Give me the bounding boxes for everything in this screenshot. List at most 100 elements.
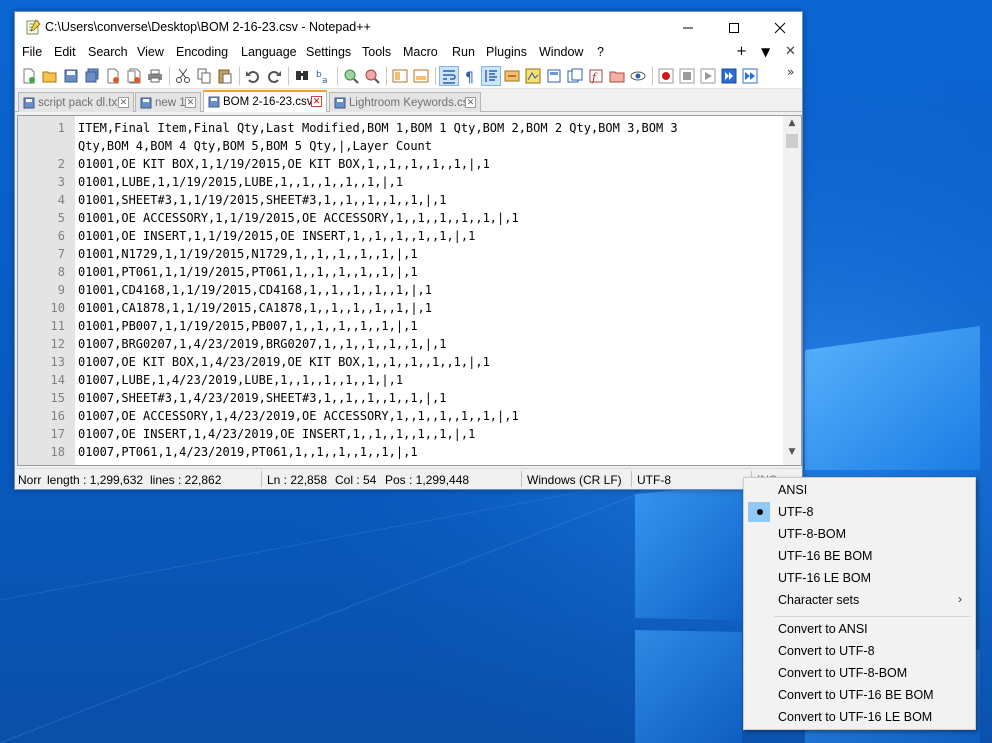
status-encoding[interactable]: UTF-8 [637, 473, 671, 487]
menu-tools[interactable]: Tools [362, 45, 391, 59]
undo-icon[interactable] [244, 67, 262, 85]
menu-encoding[interactable]: Encoding [176, 45, 228, 59]
menu-view[interactable]: View [137, 45, 164, 59]
scroll-up-arrow-icon[interactable]: ▲ [783, 118, 801, 132]
menu-file[interactable]: File [22, 45, 42, 59]
title-bar[interactable]: C:\Users\converse\Desktop\BOM 2-16-23.cs… [15, 12, 802, 43]
code-line[interactable]: 01007,OE ACCESSORY,1,4/23/2019,OE ACCESS… [78, 407, 519, 425]
tab-script-pack[interactable]: script pack dl.txt ✕ [18, 92, 134, 112]
editor-pane[interactable]: 1 2 3 4 5 6 7 8 9 10 11 12 13 14 15 16 17 18 ITEM,Final I… [17, 115, 802, 466]
replace-icon[interactable]: ba [314, 67, 332, 85]
menu-item-convert-ansi[interactable]: Convert to ANSI [746, 618, 973, 640]
menu-plugins[interactable]: Plugins [486, 45, 527, 59]
menu-item-convert-utf16-be-bom[interactable]: Convert to UTF-16 BE BOM [746, 684, 973, 706]
code-line[interactable]: 01001,OE INSERT,1,1/19/2015,OE INSERT,1,… [78, 227, 475, 245]
tab-close-icon[interactable]: ✕ [311, 96, 322, 107]
status-eol[interactable]: Windows (CR LF) [527, 473, 622, 487]
close-doc-button[interactable]: ✕ [785, 44, 796, 59]
doc-map-icon[interactable] [524, 67, 542, 85]
code-line[interactable]: 01007,PT061,1,4/23/2019,PT061,1,,1,,1,,1… [78, 443, 418, 461]
menu-item-convert-utf8-bom[interactable]: Convert to UTF-8-BOM [746, 662, 973, 684]
tab-new-1[interactable]: new 1 ✕ [135, 92, 201, 112]
folder-as-workspace-icon[interactable] [608, 67, 626, 85]
cut-icon[interactable] [174, 67, 192, 85]
new-tab-button[interactable]: + [736, 44, 747, 59]
save-icon[interactable] [62, 67, 80, 85]
stop-record-icon[interactable] [678, 67, 696, 85]
tab-close-icon[interactable]: ✕ [465, 97, 476, 108]
menu-item-utf16-le-bom[interactable]: UTF-16 LE BOM [746, 567, 973, 589]
code-line[interactable]: 01001,OE ACCESSORY,1,1/19/2015,OE ACCESS… [78, 209, 519, 227]
menu-macro[interactable]: Macro [403, 45, 438, 59]
menu-window[interactable]: Window [539, 45, 583, 59]
show-all-chars-icon[interactable]: ¶ [461, 67, 479, 85]
maximize-button[interactable] [711, 12, 757, 43]
tab-list-button[interactable]: ▼ [761, 45, 770, 59]
code-line[interactable]: 01001,LUBE,1,1/19/2015,LUBE,1,,1,,1,,1,,… [78, 173, 403, 191]
code-line[interactable]: Qty,BOM 4,BOM 4 Qty,BOM 5,BOM 5 Qty,|,La… [78, 137, 432, 155]
redo-icon[interactable] [265, 67, 283, 85]
menu-item-ansi[interactable]: ANSI [746, 479, 973, 501]
monitoring-eye-icon[interactable] [629, 67, 647, 85]
function-list-icon[interactable] [566, 67, 584, 85]
new-file-icon[interactable] [20, 67, 38, 85]
tab-lightroom-keywords[interactable]: Lightroom Keywords.csv ✕ [329, 92, 481, 112]
toolbar-overflow-button[interactable]: » [787, 65, 794, 79]
close-button[interactable] [757, 12, 803, 43]
menu-item-utf8-bom[interactable]: UTF-8-BOM [746, 523, 973, 545]
paste-icon[interactable] [216, 67, 234, 85]
zoom-in-icon[interactable] [342, 67, 360, 85]
menu-item-utf16-be-bom[interactable]: UTF-16 BE BOM [746, 545, 973, 567]
menu-item-convert-utf8[interactable]: Convert to UTF-8 [746, 640, 973, 662]
menu-item-character-sets[interactable]: Character sets › [746, 589, 973, 611]
status-language[interactable]: Norr [18, 473, 41, 487]
menu-item-utf8[interactable]: UTF-8 [746, 501, 973, 523]
minimize-button[interactable] [665, 12, 711, 43]
play-macro-icon[interactable] [699, 67, 717, 85]
code-line[interactable]: 01007,LUBE,1,4/23/2019,LUBE,1,,1,,1,,1,,… [78, 371, 403, 389]
record-macro-icon[interactable] [657, 67, 675, 85]
code-line[interactable]: 01001,PT061,1,1/19/2015,PT061,1,,1,,1,,1… [78, 263, 418, 281]
sync-vertical-icon[interactable] [391, 67, 409, 85]
code-line[interactable]: 01001,OE KIT BOX,1,1/19/2015,OE KIT BOX,… [78, 155, 490, 173]
copy-icon[interactable] [195, 67, 213, 85]
code-line[interactable]: 01007,OE INSERT,1,4/23/2019,OE INSERT,1,… [78, 425, 475, 443]
close-all-icon[interactable] [125, 67, 143, 85]
code-line[interactable]: 01001,N1729,1,1/19/2015,N1729,1,,1,,1,,1… [78, 245, 418, 263]
code-line[interactable]: 01007,SHEET#3,1,4/23/2019,SHEET#3,1,,1,,… [78, 389, 446, 407]
zoom-out-icon[interactable] [363, 67, 381, 85]
user-defined-language-icon[interactable] [503, 67, 521, 85]
scroll-thumb[interactable] [786, 134, 798, 148]
print-icon[interactable] [146, 67, 164, 85]
open-file-icon[interactable] [41, 67, 59, 85]
menu-settings[interactable]: Settings [306, 45, 351, 59]
menu-language[interactable]: Language [241, 45, 297, 59]
sync-horizontal-icon[interactable] [412, 67, 430, 85]
scroll-down-arrow-icon[interactable]: ▼ [783, 447, 801, 461]
tab-bom-csv[interactable]: BOM 2-16-23.csv ✕ [203, 90, 327, 112]
menu-item-convert-utf16-le-bom[interactable]: Convert to UTF-16 LE BOM [746, 706, 973, 728]
code-line[interactable]: 01007,OE KIT BOX,1,4/23/2019,OE KIT BOX,… [78, 353, 490, 371]
save-all-icon[interactable] [83, 67, 101, 85]
tab-close-icon[interactable]: ✕ [118, 97, 129, 108]
code-line[interactable]: 01001,SHEET#3,1,1/19/2015,SHEET#3,1,,1,,… [78, 191, 446, 209]
code-line[interactable]: 01001,PB007,1,1/19/2015,PB007,1,,1,,1,,1… [78, 317, 418, 335]
code-line[interactable]: ITEM,Final Item,Final Qty,Last Modified,… [78, 119, 678, 137]
folder-workspace-icon[interactable]: f [587, 67, 605, 85]
find-icon[interactable] [293, 67, 311, 85]
menu-run[interactable]: Run [452, 45, 475, 59]
code-line[interactable]: 01007,BRG0207,1,4/23/2019,BRG0207,1,,1,,… [78, 335, 446, 353]
document-list-icon[interactable] [545, 67, 563, 85]
close-file-icon[interactable] [104, 67, 122, 85]
word-wrap-icon[interactable] [439, 66, 459, 86]
save-macro-icon[interactable] [720, 67, 738, 85]
text-area[interactable]: ITEM,Final Item,Final Qty,Last Modified,… [78, 116, 783, 465]
menu-search[interactable]: Search [88, 45, 128, 59]
vertical-scrollbar[interactable]: ▲ ▼ [783, 116, 801, 465]
code-line[interactable]: 01001,CA1878,1,1/19/2015,CA1878,1,,1,,1,… [78, 299, 432, 317]
tab-close-icon[interactable]: ✕ [185, 97, 196, 108]
code-line[interactable]: 01001,CD4168,1,1/19/2015,CD4168,1,,1,,1,… [78, 281, 432, 299]
indent-guide-icon[interactable] [481, 66, 501, 86]
menu-help[interactable]: ? [597, 45, 604, 59]
menu-edit[interactable]: Edit [54, 45, 76, 59]
